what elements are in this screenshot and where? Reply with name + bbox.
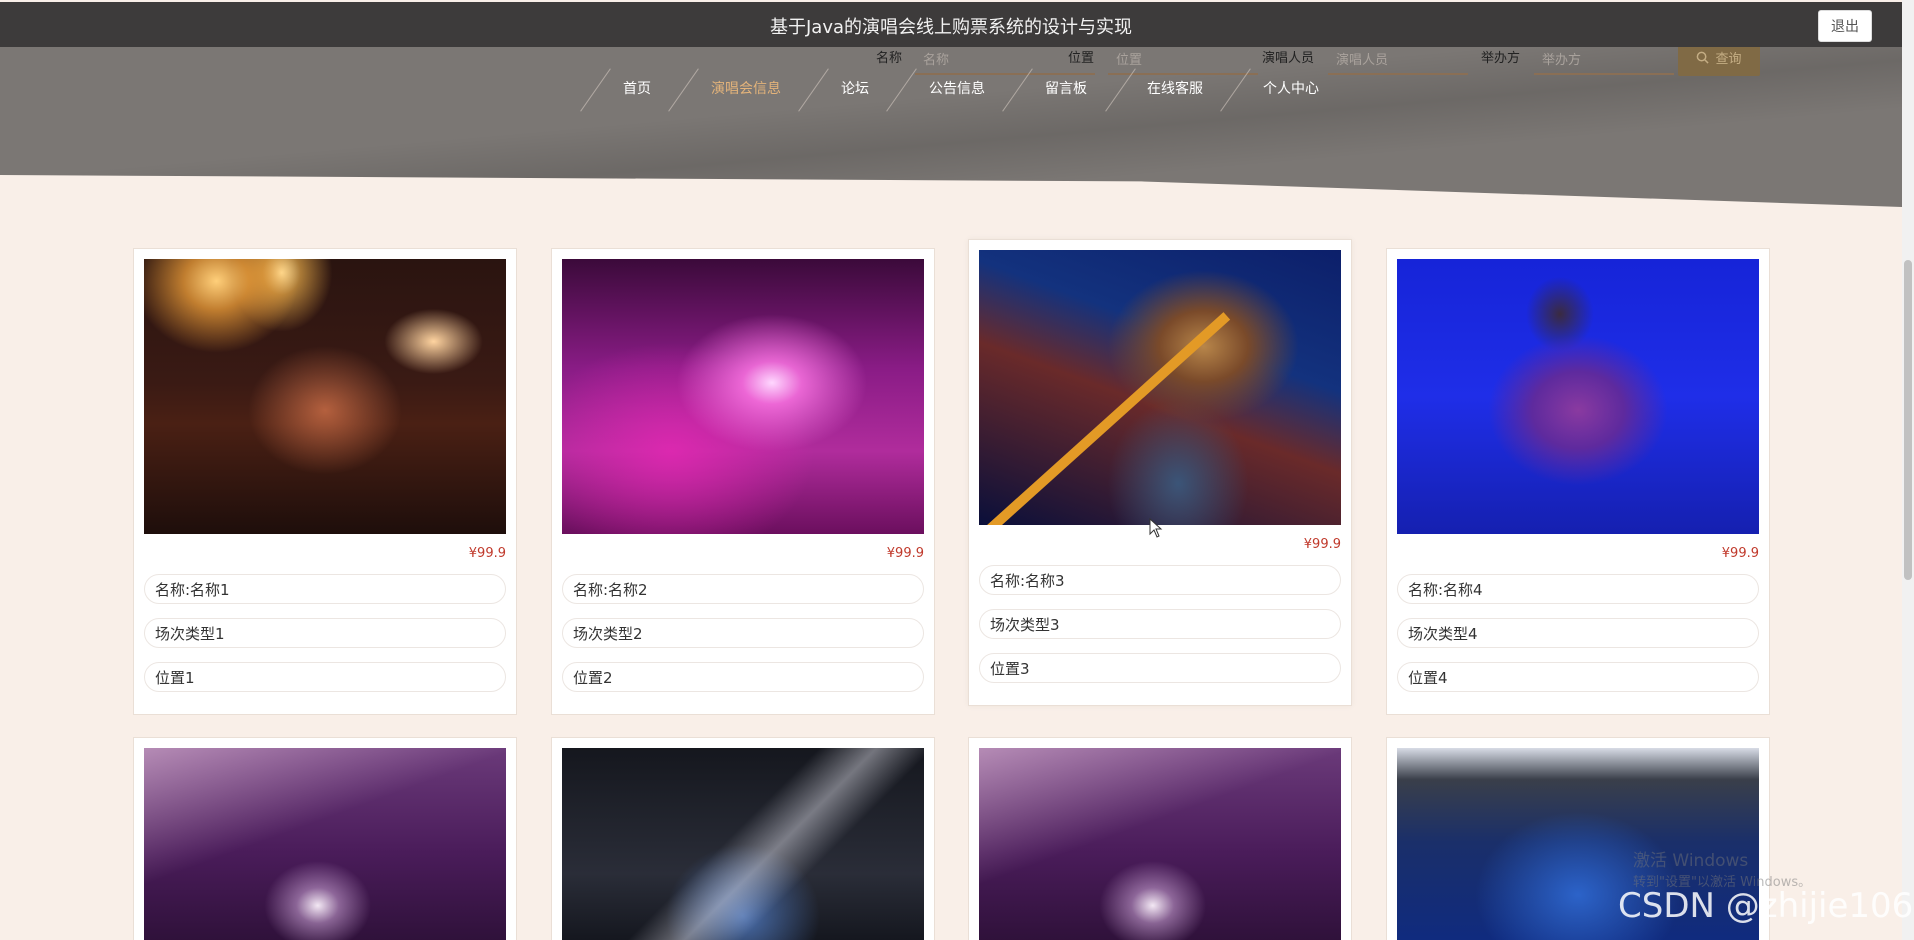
concert-name: 名称:名称1 xyxy=(144,574,506,604)
nav-item-forum[interactable]: 论坛 xyxy=(841,78,869,98)
concert-image[interactable] xyxy=(562,259,924,534)
concert-image[interactable] xyxy=(979,250,1341,525)
search-input-organizer[interactable] xyxy=(1534,47,1674,75)
concert-card[interactable] xyxy=(551,737,935,940)
concert-card[interactable]: ¥99.9 名称:名称4 场次类型4 位置4 xyxy=(1386,248,1770,715)
search-input-location[interactable] xyxy=(1108,47,1258,75)
search-label-name: 名称 xyxy=(876,51,903,66)
nav-item-home[interactable]: 首页 xyxy=(623,78,651,98)
price: ¥99.9 xyxy=(1303,537,1341,552)
concert-name: 名称:名称4 xyxy=(1397,574,1759,604)
search-input-performer[interactable] xyxy=(1328,47,1468,75)
nav-item-concerts[interactable]: 演唱会信息 xyxy=(711,78,781,98)
mic-stand xyxy=(985,312,1231,525)
concert-location: 位置3 xyxy=(979,653,1341,683)
search-button-label: 查询 xyxy=(1715,51,1742,67)
search-label-organizer: 举办方 xyxy=(1481,51,1521,66)
logout-button[interactable]: 退出 xyxy=(1818,10,1872,42)
mouse-cursor-icon xyxy=(1149,518,1163,538)
concert-location: 位置1 xyxy=(144,662,506,692)
concert-image[interactable] xyxy=(1397,259,1759,534)
scrollbar-thumb[interactable] xyxy=(1904,260,1912,580)
price: ¥99.9 xyxy=(468,546,506,561)
search-bar: 名称 位置 演唱人员 举办方 xyxy=(0,47,1902,77)
concert-card[interactable] xyxy=(968,737,1352,940)
concert-name: 名称:名称2 xyxy=(562,574,924,604)
main-nav: 首页 演唱会信息 论坛 公告信息 留言板 在线客服 个人中心 xyxy=(0,68,1902,112)
page-scrollbar[interactable] xyxy=(1902,0,1914,940)
concert-image[interactable] xyxy=(144,259,506,534)
windows-activation-title: 激活 Windows xyxy=(1633,851,1749,871)
price: ¥99.9 xyxy=(886,546,924,561)
search-icon xyxy=(1697,51,1710,64)
site-title: 基于Java的演唱会线上购票系统的设计与实现 xyxy=(769,17,1133,38)
concert-card[interactable] xyxy=(133,737,517,940)
session-type: 场次类型2 xyxy=(562,618,924,648)
csdn-watermark: CSDN @zhijie106 xyxy=(1618,886,1914,926)
nav-item-announcements[interactable]: 公告信息 xyxy=(929,78,985,98)
concert-name: 名称:名称3 xyxy=(979,565,1341,595)
session-type: 场次类型3 xyxy=(979,609,1341,639)
concert-image[interactable] xyxy=(562,748,924,940)
concert-card[interactable]: ¥99.9 名称:名称1 场次类型1 位置1 xyxy=(133,248,517,715)
search-label-performer: 演唱人员 xyxy=(1262,51,1315,66)
nav-item-customer-service[interactable]: 在线客服 xyxy=(1147,78,1203,98)
session-type: 场次类型1 xyxy=(144,618,506,648)
nav-item-profile[interactable]: 个人中心 xyxy=(1263,78,1319,98)
concert-image[interactable] xyxy=(979,748,1341,940)
concert-location: 位置2 xyxy=(562,662,924,692)
concert-image[interactable] xyxy=(144,748,506,940)
nav-item-message-board[interactable]: 留言板 xyxy=(1045,78,1087,98)
concert-location: 位置4 xyxy=(1397,662,1759,692)
title-bar: 基于Java的演唱会线上购票系统的设计与实现 退出 xyxy=(0,2,1902,47)
price: ¥99.9 xyxy=(1721,546,1759,561)
search-label-location: 位置 xyxy=(1068,51,1095,66)
session-type: 场次类型4 xyxy=(1397,618,1759,648)
concert-card[interactable]: ¥99.9 名称:名称2 场次类型2 位置2 xyxy=(551,248,935,715)
concert-card[interactable]: ¥99.9 名称:名称3 场次类型3 位置3 xyxy=(968,239,1352,706)
